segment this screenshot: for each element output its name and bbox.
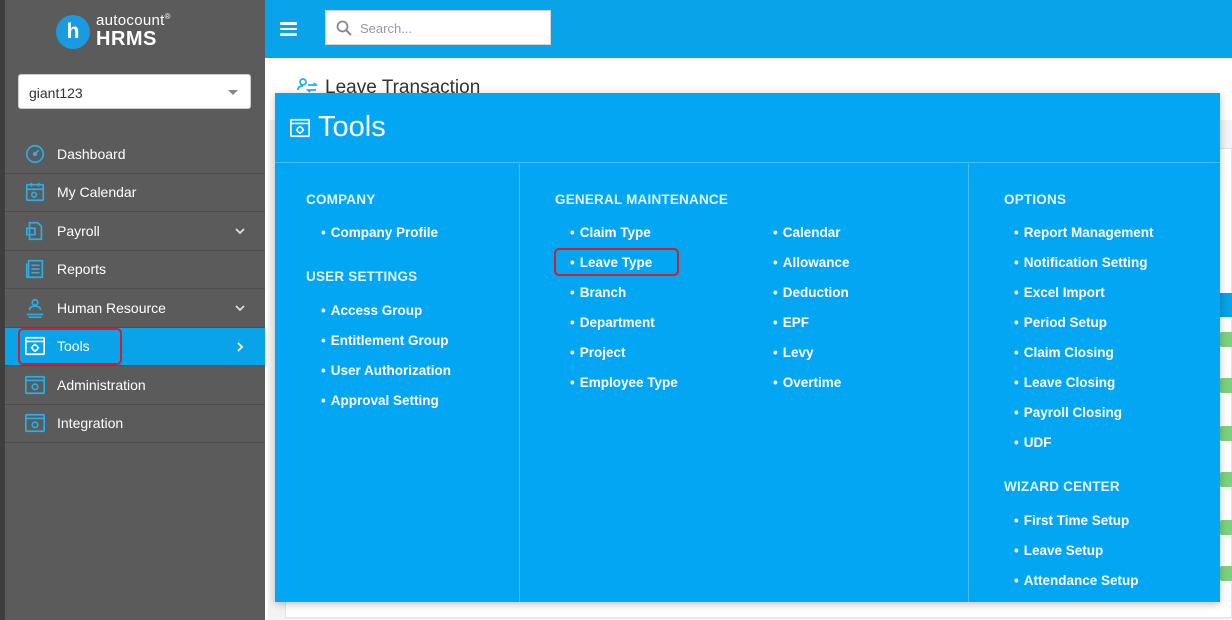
menu-link-user-authorization[interactable]: User Authorization [321, 363, 451, 378]
mega-menu-title: Tools [318, 111, 386, 143]
top-bar [265, 0, 1232, 58]
status-badge [1220, 332, 1232, 347]
company-select[interactable]: giant123 [18, 74, 251, 109]
menu-link-udf[interactable]: UDF [1014, 435, 1052, 450]
menu-link-overtime[interactable]: Overtime [773, 375, 842, 390]
menu-link-report-management[interactable]: Report Management [1014, 225, 1154, 240]
sidebar-item-label: My Calendar [57, 184, 137, 201]
payroll-icon [24, 220, 46, 242]
app-logo[interactable]: h autocount® HRMS [56, 12, 171, 51]
dashboard-icon [24, 143, 46, 165]
sidebar: h autocount® HRMS giant123 Dashboard My … [0, 0, 275, 620]
menu-link-payroll-closing[interactable]: Payroll Closing [1014, 405, 1122, 420]
chevron-right-icon [237, 341, 244, 352]
menu-link-leave-closing[interactable]: Leave Closing [1014, 375, 1116, 390]
tools-mega-menu: Tools COMPANY Company Profile USER SETTI… [275, 93, 1220, 602]
menu-link-project[interactable]: Project [570, 345, 626, 360]
menu-column-general-maintenance: GENERAL MAINTENANCE Claim Type Leave Typ… [520, 164, 969, 602]
menu-link-epf[interactable]: EPF [773, 315, 809, 330]
sidebar-item-reports[interactable]: Reports [5, 251, 265, 289]
menu-link-leave-type[interactable]: Leave Type [570, 255, 653, 270]
sidebar-item-my-calendar[interactable]: My Calendar [5, 174, 265, 212]
calendar-icon [24, 181, 46, 203]
sidebar-item-human-resource[interactable]: Human Resource [5, 289, 265, 328]
chevron-down-icon [235, 305, 245, 312]
sidebar-item-label: Integration [57, 415, 124, 432]
tools-icon [290, 118, 310, 137]
menu-link-branch[interactable]: Branch [570, 285, 627, 300]
menu-link-deduction[interactable]: Deduction [773, 285, 849, 300]
company-select-value: giant123 [29, 85, 83, 101]
menu-link-first-time-setup[interactable]: First Time Setup [1014, 513, 1130, 528]
logo-brand-big: HRMS [96, 28, 157, 50]
hamburger-menu-icon[interactable] [280, 22, 297, 36]
status-badge [1220, 472, 1232, 487]
menu-link-excel-import[interactable]: Excel Import [1014, 285, 1105, 300]
human-resource-icon [24, 297, 46, 319]
section-title-user-settings: USER SETTINGS [306, 269, 418, 284]
menu-link-claim-closing[interactable]: Claim Closing [1014, 345, 1114, 360]
sidebar-item-label: Tools [57, 338, 90, 355]
sidebar-item-tools[interactable]: Tools [5, 327, 275, 366]
section-title-general-maintenance: GENERAL MAINTENANCE [555, 192, 729, 207]
status-badge [1220, 426, 1232, 441]
menu-link-access-group[interactable]: Access Group [321, 303, 423, 318]
status-badge [1220, 378, 1232, 393]
administration-icon [24, 374, 46, 396]
status-badge [1220, 566, 1232, 581]
menu-link-claim-type[interactable]: Claim Type [570, 225, 651, 240]
menu-link-calendar[interactable]: Calendar [773, 225, 841, 240]
section-title-wizard-center: WIZARD CENTER [1004, 479, 1120, 494]
sidebar-nav: Dashboard My Calendar Payroll Reports Hu… [5, 135, 275, 443]
section-title-options: OPTIONS [1004, 192, 1067, 207]
table-header-edge [1220, 293, 1232, 317]
caret-down-icon [228, 90, 238, 95]
logo-trademark: ® [164, 12, 171, 21]
status-badge [1220, 520, 1232, 535]
sidebar-item-label: Dashboard [57, 145, 126, 162]
menu-link-allowance[interactable]: Allowance [773, 255, 850, 270]
sidebar-item-administration[interactable]: Administration [5, 366, 265, 405]
menu-link-levy[interactable]: Levy [773, 345, 814, 360]
mega-menu-header: Tools [275, 93, 1220, 163]
chevron-down-icon [235, 228, 245, 235]
menu-link-period-setup[interactable]: Period Setup [1014, 315, 1107, 330]
sidebar-item-label: Human Resource [57, 299, 166, 316]
logo-mark: h [56, 14, 90, 49]
search-box[interactable] [325, 10, 551, 45]
menu-link-leave-setup[interactable]: Leave Setup [1014, 543, 1104, 558]
search-input[interactable] [360, 18, 540, 38]
menu-column-options: OPTIONS Report Management Notification S… [969, 164, 1220, 602]
sidebar-item-label: Reports [57, 261, 107, 278]
menu-link-approval-setting[interactable]: Approval Setting [321, 393, 439, 408]
menu-column-company: COMPANY Company Profile USER SETTINGS Ac… [275, 164, 520, 602]
menu-link-entitlement-group[interactable]: Entitlement Group [321, 333, 449, 348]
menu-link-company-profile[interactable]: Company Profile [321, 225, 438, 240]
reports-icon [24, 258, 46, 280]
sidebar-item-label: Administration [57, 376, 146, 393]
menu-link-department[interactable]: Department [570, 315, 655, 330]
menu-link-employee-type[interactable]: Employee Type [570, 375, 678, 390]
menu-link-attendance-setup[interactable]: Attendance Setup [1014, 573, 1139, 588]
search-icon [336, 20, 352, 36]
section-title-company: COMPANY [306, 192, 376, 207]
menu-link-notification-setting[interactable]: Notification Setting [1014, 255, 1148, 270]
logo-brand-small: autocount [96, 12, 165, 29]
sidebar-item-dashboard[interactable]: Dashboard [5, 135, 265, 174]
sidebar-item-payroll[interactable]: Payroll [5, 212, 265, 251]
sidebar-item-label: Payroll [57, 222, 100, 239]
tools-icon [24, 335, 46, 357]
sidebar-item-integration[interactable]: Integration [5, 405, 265, 443]
integration-icon [24, 412, 46, 434]
